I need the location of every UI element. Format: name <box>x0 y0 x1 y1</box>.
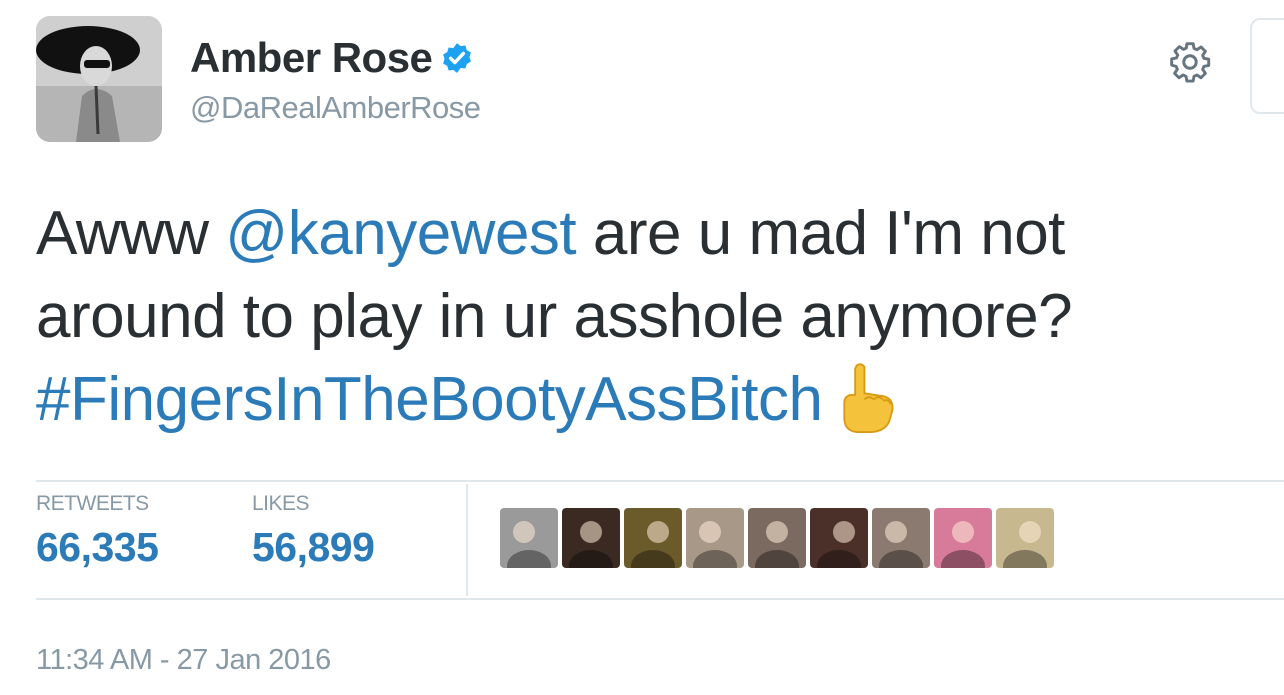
liker-avatar-4[interactable] <box>686 508 744 568</box>
tweet-card: Amber Rose @DaRealAmberRose Awww @kanyew… <box>0 0 1284 695</box>
gear-icon[interactable] <box>1168 40 1212 84</box>
retweets-label: RETWEETS <box>36 492 149 515</box>
tweet-line-3: #FingersInTheBootyAssBitch <box>36 358 1284 441</box>
tweet-text-suffix: are u mad I'm not <box>576 199 1066 268</box>
tweet-timestamp[interactable]: 11:34 AM - 27 Jan 2016 <box>36 644 331 677</box>
liker-avatars <box>500 508 1054 568</box>
liker-avatar-7[interactable] <box>872 508 930 568</box>
tweet-line-2: around to play in ur asshole anymore? <box>36 282 1073 351</box>
tweet-text-prefix: Awww <box>36 199 226 268</box>
likes-stat[interactable]: LIKES 56,899 <box>252 492 375 571</box>
stats-divider-top <box>36 480 1284 482</box>
liker-avatar-3[interactable] <box>624 508 682 568</box>
verified-badge-icon <box>443 43 472 73</box>
mention-link[interactable]: @kanyewest <box>225 199 576 268</box>
liker-avatar-6[interactable] <box>810 508 868 568</box>
liker-avatar-5[interactable] <box>748 508 806 568</box>
likes-count[interactable]: 56,899 <box>252 524 375 571</box>
hashtag-link[interactable]: #FingersInTheBootyAssBitch <box>36 365 823 434</box>
likes-label: LIKES <box>252 492 310 515</box>
liker-avatar-9[interactable] <box>996 508 1054 568</box>
tweet-text: Awww @kanyewest are u mad I'm not around… <box>36 192 1284 441</box>
follow-button[interactable] <box>1250 18 1284 114</box>
stats-vertical-divider <box>466 484 468 596</box>
liker-avatar-8[interactable] <box>934 508 992 568</box>
display-name-text[interactable]: Amber Rose <box>190 34 433 82</box>
profile-avatar[interactable] <box>36 16 162 142</box>
liker-avatar-2[interactable] <box>562 508 620 568</box>
retweets-stat[interactable]: RETWEETS 66,335 <box>36 492 159 571</box>
retweets-count[interactable]: 66,335 <box>36 524 159 571</box>
liker-avatar-1[interactable] <box>500 508 558 568</box>
display-name[interactable]: Amber Rose <box>190 34 474 82</box>
stats-divider-bottom <box>36 598 1284 600</box>
tweet-line-1: Awww @kanyewest are u mad I'm not <box>36 192 1284 275</box>
backhand-index-pointing-up-icon <box>842 363 893 434</box>
user-handle[interactable]: @DaRealAmberRose <box>190 90 481 126</box>
